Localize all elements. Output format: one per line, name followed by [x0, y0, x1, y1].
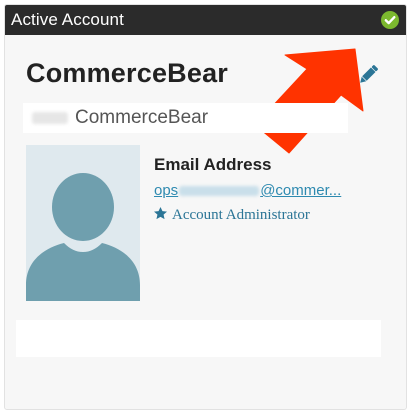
- star-icon: [154, 206, 167, 220]
- pencil-icon[interactable]: [356, 63, 380, 87]
- account-name: CommerceBear: [26, 58, 228, 88]
- email-start[interactable]: ops: [154, 182, 178, 199]
- card-header-title: Active Account: [11, 10, 124, 29]
- email-label: Email Address: [154, 155, 272, 174]
- user-silhouette-icon: [26, 173, 140, 301]
- account-subtitle-text: CommerceBear: [75, 107, 209, 128]
- redacted-id: [32, 112, 68, 124]
- role-badge: Account Administrator: [153, 206, 310, 224]
- account-card: Active Account CommerceBear CommerceBear…: [4, 4, 407, 410]
- email-link[interactable]: ops @commer...: [154, 182, 359, 202]
- redacted-email: [179, 186, 260, 197]
- avatar: [26, 145, 140, 301]
- card-header: Active Account: [5, 5, 406, 35]
- account-subtitle: CommerceBear: [23, 103, 348, 133]
- role-text: Account Administrator: [172, 207, 310, 223]
- empty-panel: [16, 320, 381, 357]
- annotation-arrow: [254, 48, 364, 154]
- email-end[interactable]: @commer...: [260, 182, 341, 199]
- check-circle-icon: [381, 11, 399, 29]
